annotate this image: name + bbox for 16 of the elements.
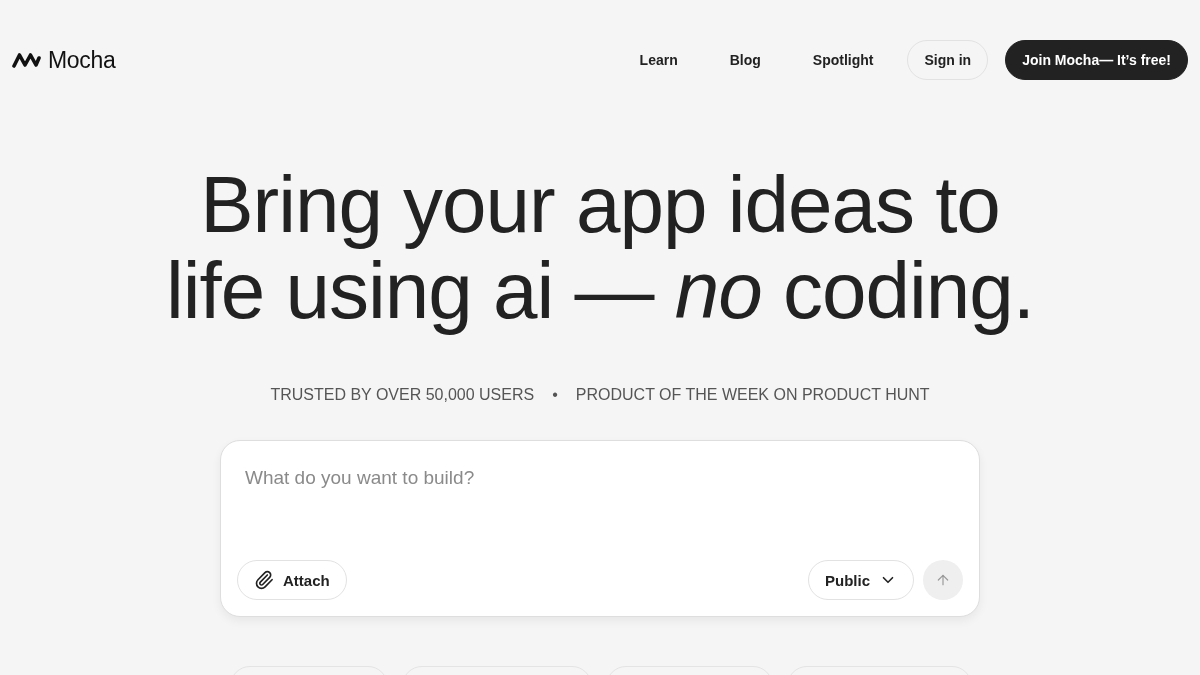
trust-text: TRUSTED BY OVER 50,000 USERS	[270, 385, 535, 405]
headline-line: life using ai — no coding.	[166, 248, 1034, 334]
join-button[interactable]: Join Mocha— It’s free!	[1005, 40, 1188, 80]
prompt-field[interactable]: What do you want to build? Attach Public	[220, 440, 980, 617]
nav-link[interactable]: Blog	[711, 42, 779, 78]
visibility-dropdown[interactable]: Public	[808, 560, 914, 600]
separator-dot: •	[552, 385, 558, 405]
nav-link[interactable]: Spotlight	[794, 42, 892, 78]
award-text: PRODUCT OF THE WEEK ON PRODUCT HUNT	[575, 385, 930, 405]
nav-link[interactable]: Learn	[621, 42, 696, 78]
logo-icon	[12, 52, 41, 68]
attach-button[interactable]: Attach	[237, 560, 347, 600]
sign-in-button[interactable]: Sign in	[907, 40, 989, 80]
headline-line: Bring your app ideas to	[200, 162, 1000, 248]
logo[interactable]: Mocha	[12, 46, 116, 74]
paperclip-icon	[254, 570, 274, 590]
